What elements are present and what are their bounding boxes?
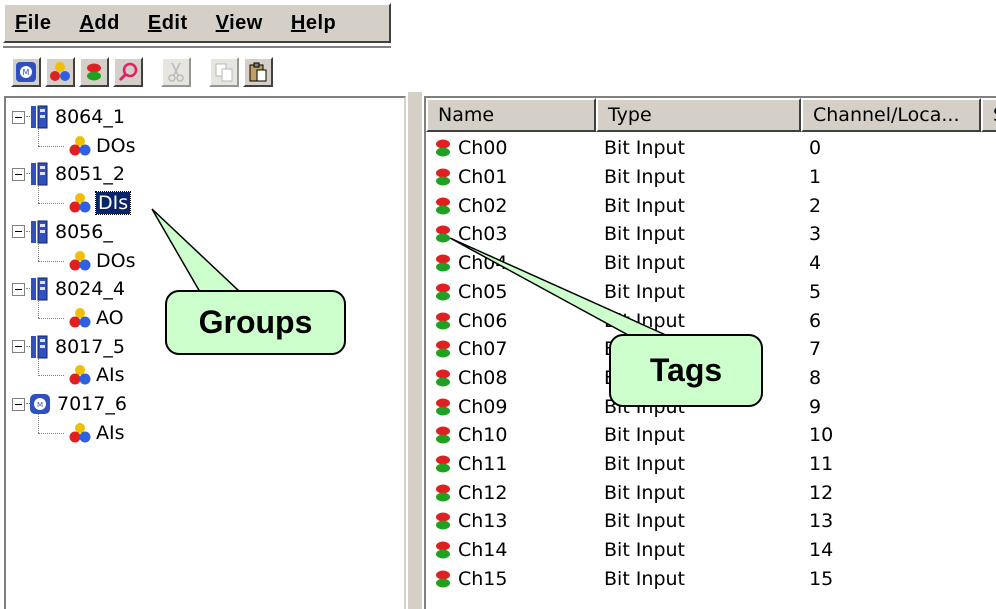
groups-callout-pointer — [151, 208, 242, 293]
tags-callout: Tags — [609, 334, 763, 407]
tags-callout-pointer — [449, 237, 669, 337]
callout-pointers — [151, 208, 669, 337]
groups-callout: Groups — [165, 290, 346, 355]
